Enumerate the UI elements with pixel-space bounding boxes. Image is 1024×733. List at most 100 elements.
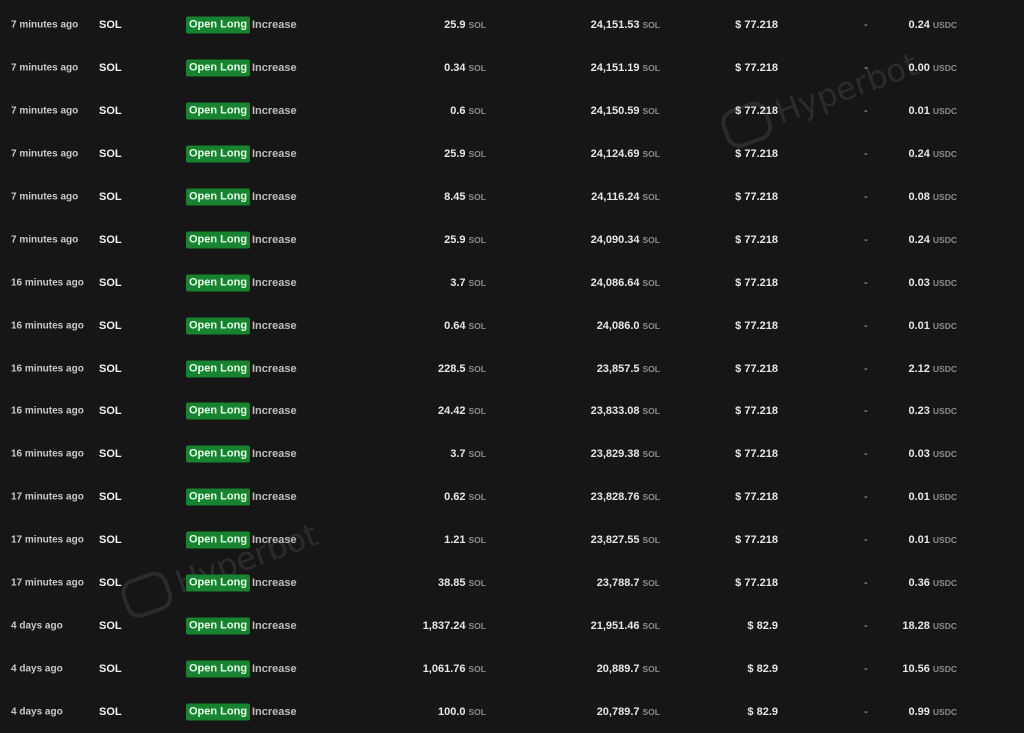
table-row[interactable]: 7 minutes ago SOL Open Long Increase 0.6… bbox=[0, 90, 1024, 133]
coin-symbol[interactable]: SOL bbox=[99, 234, 122, 246]
direction-badge: Open Long bbox=[186, 145, 251, 163]
trade-size-value: 25.9 bbox=[444, 148, 466, 161]
position-size: 24,150.59 SOL bbox=[591, 105, 660, 117]
trade-fee: 0.99 USDC bbox=[908, 706, 957, 718]
trade-size: 0.64 SOL bbox=[444, 320, 486, 332]
table-row[interactable]: 16 minutes ago SOL Open Long Increase 3.… bbox=[0, 261, 1024, 304]
table-row[interactable]: 16 minutes ago SOL Open Long Increase 0.… bbox=[0, 304, 1024, 347]
table-row[interactable]: 16 minutes ago SOL Open Long Increase 22… bbox=[0, 347, 1024, 390]
trade-fee-value: 0.01 bbox=[908, 105, 930, 118]
table-row[interactable]: 16 minutes ago SOL Open Long Increase 3.… bbox=[0, 433, 1024, 476]
coin-symbol[interactable]: SOL bbox=[99, 148, 122, 160]
table-row[interactable]: 4 days ago SOL Open Long Increase 1,837.… bbox=[0, 604, 1024, 647]
coin-symbol[interactable]: SOL bbox=[99, 620, 122, 632]
trade-fee-value: 0.23 bbox=[908, 405, 930, 418]
position-size-unit: SOL bbox=[642, 20, 660, 31]
trade-fee: 2.12 USDC bbox=[908, 363, 957, 375]
trade-time: 16 minutes ago bbox=[11, 363, 84, 375]
position-size-value: 20,889.7 bbox=[596, 662, 640, 675]
position-size: 21,951.46 SOL bbox=[591, 620, 660, 632]
trade-fee-value: 10.56 bbox=[902, 662, 930, 675]
trade-size-unit: SOL bbox=[468, 663, 486, 674]
position-size: 24,090.34 SOL bbox=[591, 234, 660, 246]
position-size-value: 24,086.64 bbox=[590, 276, 640, 289]
table-row[interactable]: 4 days ago SOL Open Long Increase 1,061.… bbox=[0, 647, 1024, 690]
coin-symbol[interactable]: SOL bbox=[99, 448, 122, 460]
coin-symbol[interactable]: SOL bbox=[99, 105, 122, 117]
trade-size-unit: SOL bbox=[468, 106, 486, 117]
table-row[interactable]: 17 minutes ago SOL Open Long Increase 0.… bbox=[0, 476, 1024, 519]
coin-symbol[interactable]: SOL bbox=[99, 191, 122, 203]
trade-fee-unit: USDC bbox=[932, 320, 957, 331]
direction-badge: Open Long bbox=[186, 188, 251, 206]
coin-symbol[interactable]: SOL bbox=[99, 62, 122, 74]
trade-time: 4 days ago bbox=[11, 663, 63, 675]
table-row[interactable]: 7 minutes ago SOL Open Long Increase 25.… bbox=[0, 133, 1024, 176]
trade-price: $ 77.218 bbox=[735, 491, 778, 504]
action-label: Increase bbox=[252, 233, 297, 246]
trade-fee-unit: USDC bbox=[932, 449, 957, 460]
coin-symbol[interactable]: SOL bbox=[99, 320, 122, 332]
position-size-unit: SOL bbox=[642, 492, 660, 503]
trade-size-value: 25.9 bbox=[444, 233, 466, 246]
coin-symbol[interactable]: SOL bbox=[99, 491, 122, 503]
coin-symbol[interactable]: SOL bbox=[99, 405, 122, 417]
trade-size: 8.45 SOL bbox=[444, 191, 486, 203]
position-size: 23,828.76 SOL bbox=[591, 491, 660, 503]
position-size: 23,833.08 SOL bbox=[591, 405, 660, 417]
table-row[interactable]: 7 minutes ago SOL Open Long Increase 0.3… bbox=[0, 47, 1024, 90]
trade-fee-value: 0.24 bbox=[908, 148, 930, 161]
coin-symbol[interactable]: SOL bbox=[99, 663, 122, 675]
action-label: Increase bbox=[252, 491, 297, 504]
coin-symbol[interactable]: SOL bbox=[99, 706, 122, 718]
trade-size: 3.7 SOL bbox=[450, 448, 486, 460]
trade-fee-unit: USDC bbox=[932, 234, 957, 245]
position-size-unit: SOL bbox=[642, 320, 660, 331]
trade-size: 0.34 SOL bbox=[444, 62, 486, 74]
table-row[interactable]: 17 minutes ago SOL Open Long Increase 38… bbox=[0, 562, 1024, 605]
trade-size-value: 3.7 bbox=[450, 276, 466, 289]
position-size: 24,124.69 SOL bbox=[591, 148, 660, 160]
trade-fee-value: 0.03 bbox=[908, 276, 930, 289]
coin-symbol[interactable]: SOL bbox=[99, 577, 122, 589]
table-row[interactable]: 4 days ago SOL Open Long Increase 100.0 S… bbox=[0, 690, 1024, 733]
trade-price: $ 77.218 bbox=[735, 62, 778, 75]
table-row[interactable]: 17 minutes ago SOL Open Long Increase 1.… bbox=[0, 519, 1024, 562]
coin-symbol[interactable]: SOL bbox=[99, 19, 122, 31]
action-label: Increase bbox=[252, 362, 297, 375]
trade-size-value: 0.62 bbox=[444, 491, 466, 504]
trade-fee-unit: USDC bbox=[932, 106, 957, 117]
trade-price: $ 77.218 bbox=[735, 534, 778, 547]
trade-size: 38.85 SOL bbox=[438, 577, 486, 589]
trade-fee-value: 0.00 bbox=[908, 62, 930, 75]
trade-size-value: 228.5 bbox=[437, 362, 466, 375]
trade-size-unit: SOL bbox=[468, 363, 486, 374]
trade-size: 25.9 SOL bbox=[444, 234, 486, 246]
trade-history-table: 7 minutes ago SOL Open Long Increase 25.… bbox=[0, 4, 1024, 733]
trade-fee: 0.24 USDC bbox=[908, 234, 957, 246]
coin-symbol[interactable]: SOL bbox=[99, 363, 122, 375]
trade-time: 16 minutes ago bbox=[11, 277, 84, 289]
trade-size-unit: SOL bbox=[468, 320, 486, 331]
trade-time: 7 minutes ago bbox=[11, 191, 79, 203]
coin-symbol[interactable]: SOL bbox=[99, 534, 122, 546]
trade-fee-unit: USDC bbox=[932, 578, 957, 589]
trade-size: 25.9 SOL bbox=[444, 19, 486, 31]
table-row[interactable]: 7 minutes ago SOL Open Long Increase 25.… bbox=[0, 218, 1024, 261]
pnl-value: - bbox=[864, 577, 868, 590]
trade-size: 1.21 SOL bbox=[444, 534, 486, 546]
pnl-value: - bbox=[864, 662, 868, 675]
table-row[interactable]: 7 minutes ago SOL Open Long Increase 25.… bbox=[0, 4, 1024, 47]
position-size: 23,788.7 SOL bbox=[597, 577, 660, 589]
trade-fee-unit: USDC bbox=[932, 620, 957, 631]
action-label: Increase bbox=[252, 62, 297, 75]
position-size-value: 24,150.59 bbox=[590, 105, 640, 118]
pnl-value: - bbox=[864, 62, 868, 75]
trade-time: 4 days ago bbox=[11, 706, 63, 718]
pnl-value: - bbox=[864, 448, 868, 461]
table-row[interactable]: 16 minutes ago SOL Open Long Increase 24… bbox=[0, 390, 1024, 433]
position-size-value: 20,789.7 bbox=[596, 705, 640, 718]
table-row[interactable]: 7 minutes ago SOL Open Long Increase 8.4… bbox=[0, 176, 1024, 219]
coin-symbol[interactable]: SOL bbox=[99, 277, 122, 289]
trade-fee-value: 0.08 bbox=[908, 191, 930, 203]
